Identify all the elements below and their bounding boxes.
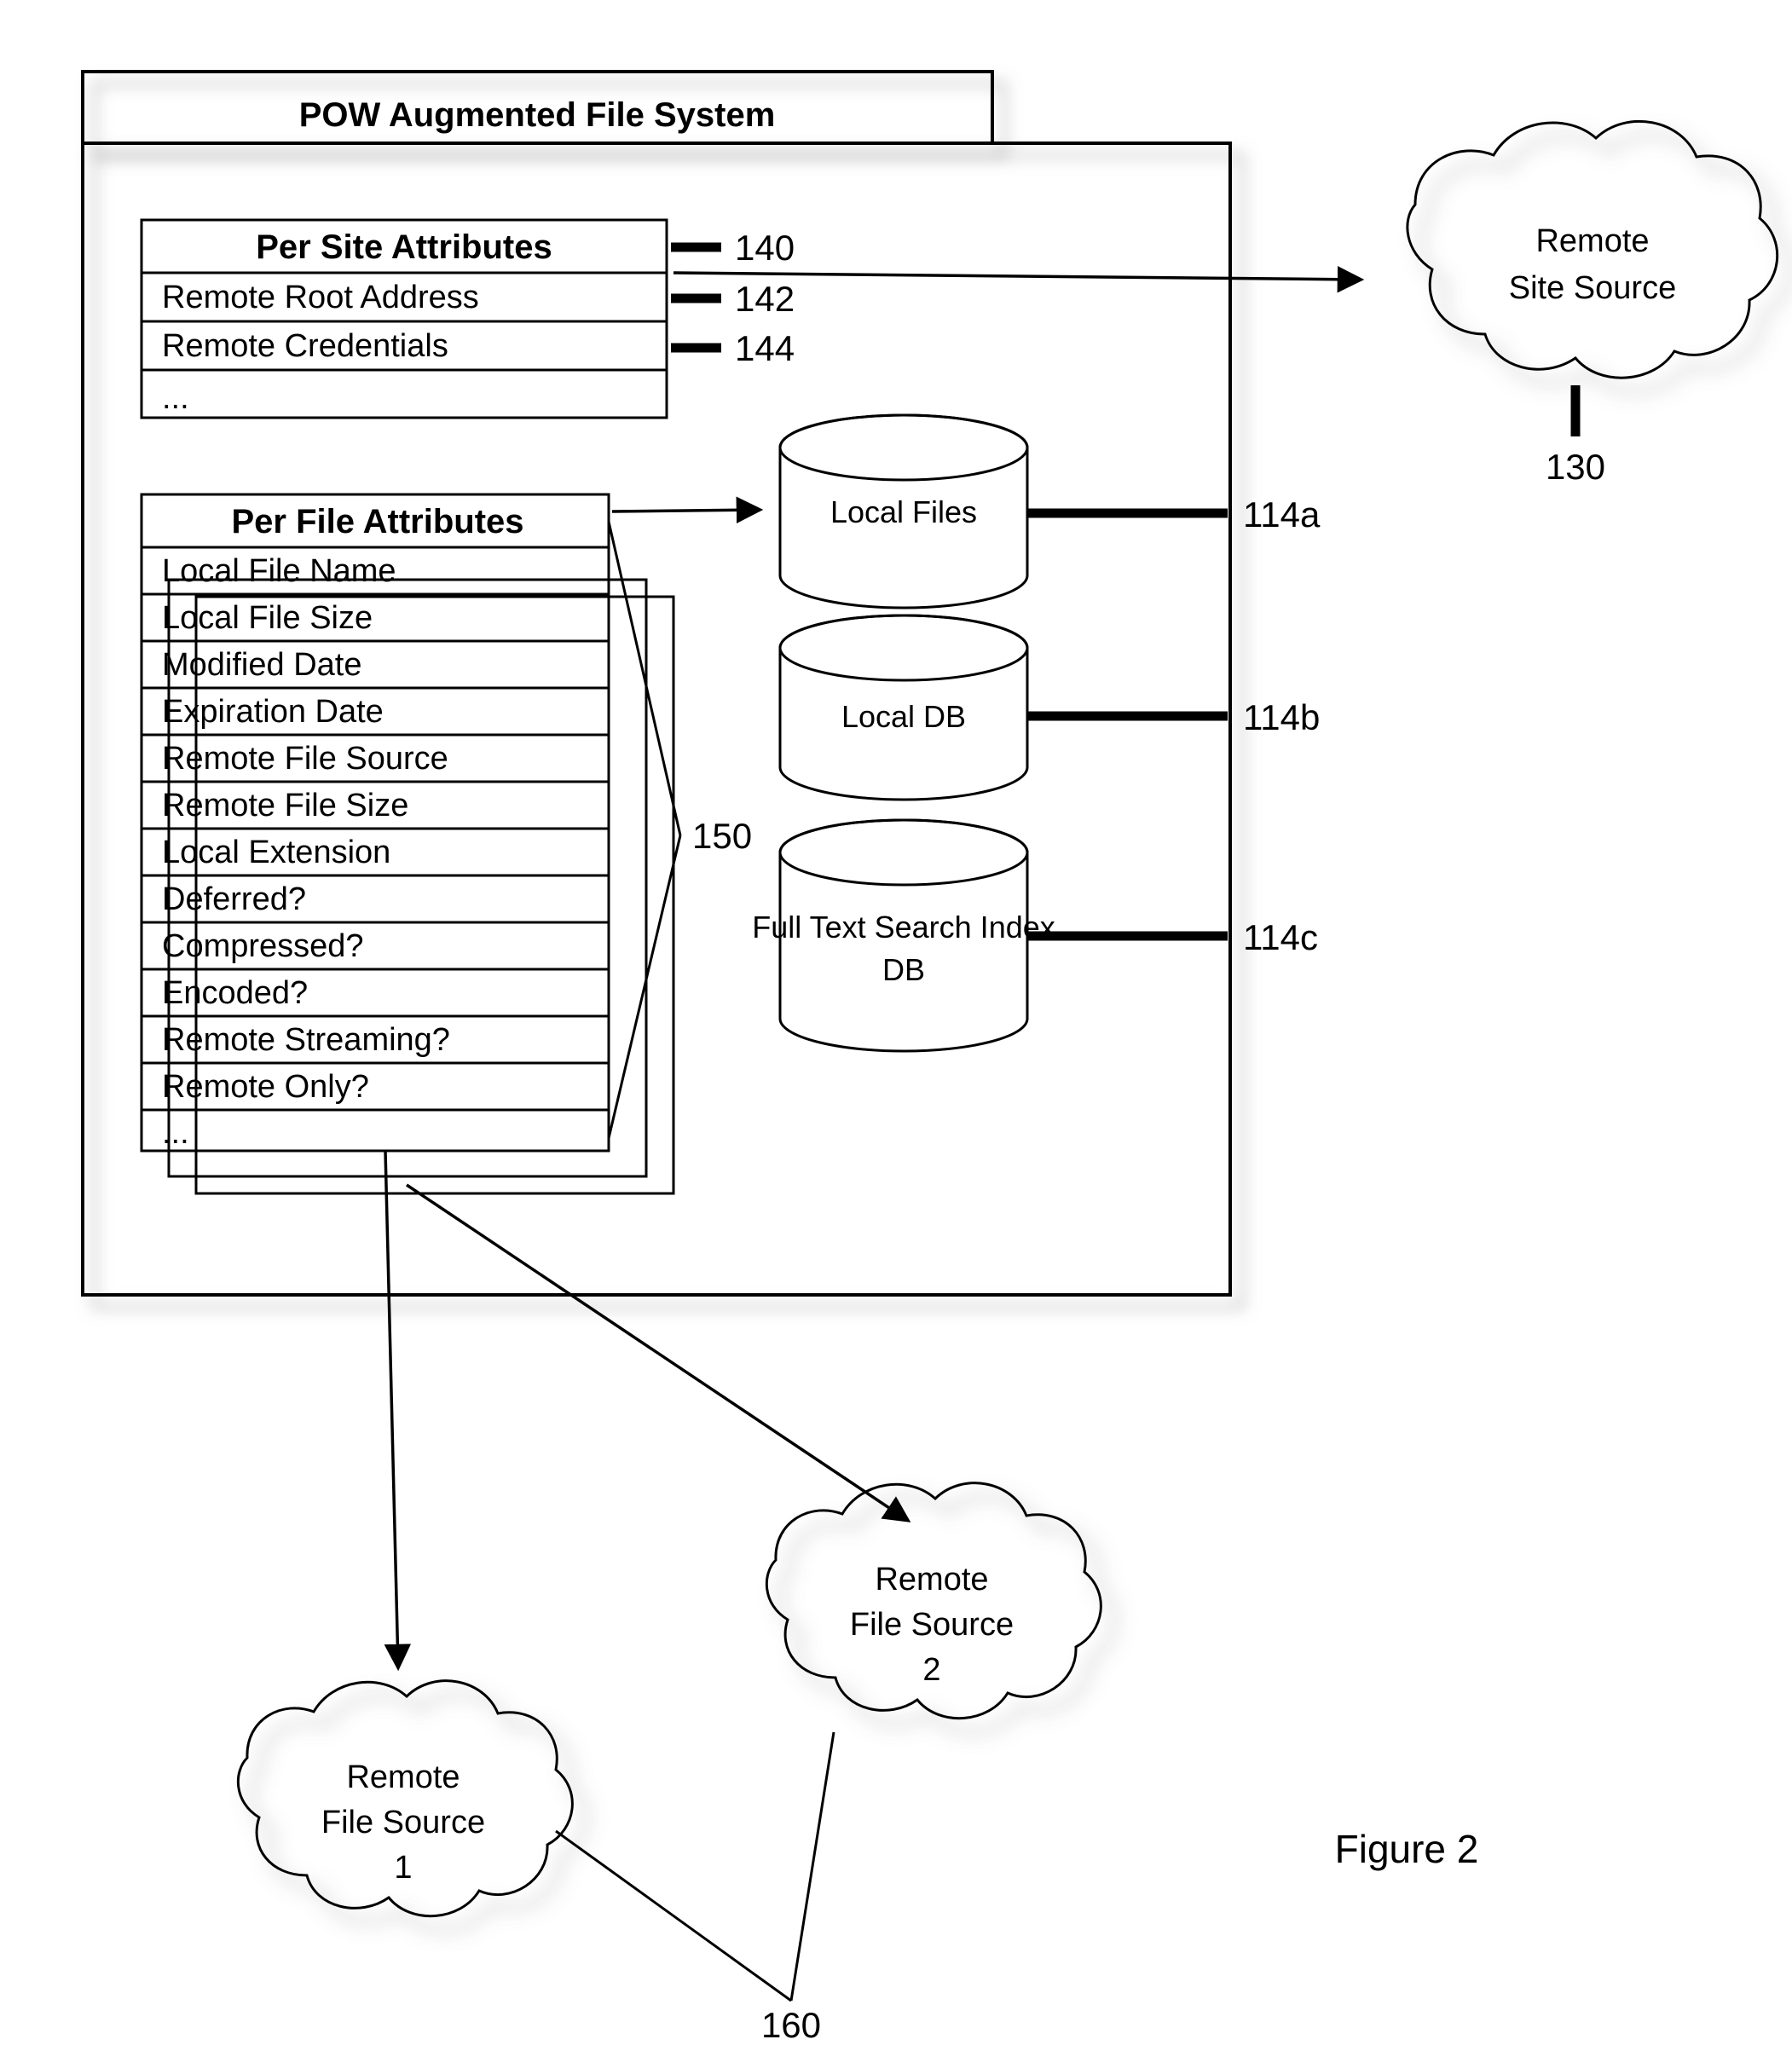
datastore-label-local-files: Local Files	[830, 494, 977, 529]
per-site-row-label-0: Remote Root Address	[162, 280, 479, 315]
ref-label-140: 140	[735, 228, 795, 268]
leader-line-150-lower	[607, 835, 682, 1139]
per-file-row-label-10: Remote Streaming?	[162, 1022, 450, 1058]
per-site-attributes-table: Per Site Attributes Remote Root Address …	[140, 218, 668, 419]
leader-line-150-upper	[607, 521, 682, 836]
datastore-local-files: Local Files 114a	[778, 413, 1321, 610]
arrow-per-file-to-remote-file-source-2	[406, 1183, 911, 1522]
ref-label-114c: 114c	[1243, 917, 1318, 957]
patent-figure: POW Augmented File System Per Site Attri…	[0, 0, 1792, 2051]
per-file-row-label-8: Compressed?	[162, 928, 364, 964]
datastore-label-local-db: Local DB	[841, 699, 966, 734]
cloud-label-remote-site-source-line1: Remote	[1535, 223, 1649, 259]
per-file-row-label-3: Expiration Date	[162, 694, 384, 730]
per-file-row-label-2: Modified Date	[162, 647, 361, 683]
cloud-remote-site-source: Remote Site Source 130	[1406, 119, 1779, 487]
leader-line-160-from-cloud-2	[789, 1731, 835, 2002]
cylinder-top-local-db	[778, 614, 1029, 682]
cylinder-top-local-files	[778, 413, 1029, 482]
per-file-attributes-table: Per File Attributes Local File Name Loca…	[140, 493, 610, 1153]
per-file-row-label-9: Encoded?	[162, 975, 308, 1011]
container-title: POW Augmented File System	[299, 96, 776, 134]
cloud-label-rfs1-line2: File Source	[321, 1805, 485, 1840]
cloud-remote-file-source-2: Remote File Source 2	[765, 1482, 1102, 1720]
ref-label-142: 142	[735, 279, 795, 319]
cloud-label-rfs2-line3: 2	[922, 1652, 940, 1688]
per-file-row-label-7: Deferred?	[162, 881, 306, 917]
datastore-label-full-text-line1: Full Text Search Index	[752, 910, 1055, 945]
cloud-label-rfs1-line3: 1	[394, 1850, 412, 1886]
per-file-row-label-1: Local File Size	[162, 600, 373, 636]
ref-label-114a: 114a	[1243, 494, 1321, 534]
per-site-header-label: Per Site Attributes	[256, 228, 552, 266]
remote-file-source-group-callout: 160	[555, 1731, 835, 2045]
per-site-reference-callouts: 140 142 144	[671, 228, 795, 368]
cloud-label-rfs1-line1: Remote	[346, 1759, 460, 1795]
arrow-per-file-to-remote-file-source-1	[384, 1150, 412, 1672]
per-file-row-label-0: Local File Name	[162, 553, 396, 589]
cloud-label-rfs2-line1: Remote	[875, 1562, 988, 1597]
per-site-row-label-2: ...	[162, 380, 189, 416]
cylinder-top-full-text	[778, 818, 1029, 887]
cloud-label-remote-site-source-line2: Site Source	[1509, 270, 1676, 306]
datastore-local-db: Local DB 114b	[778, 614, 1320, 801]
cloud-label-rfs2-line2: File Source	[850, 1607, 1014, 1643]
per-file-row-label-11: Remote Only?	[162, 1069, 369, 1105]
per-file-row	[140, 1108, 610, 1153]
ref-label-160: 160	[761, 2005, 821, 2045]
per-file-reference-callout: 150	[607, 521, 752, 1139]
per-file-row-label-4: Remote File Source	[162, 741, 448, 777]
per-site-row-label-1: Remote Credentials	[162, 328, 448, 364]
per-file-header-label: Per File Attributes	[231, 503, 523, 540]
ref-label-114b: 114b	[1243, 697, 1320, 737]
per-site-row	[140, 368, 668, 419]
per-file-row-label-6: Local Extension	[162, 835, 390, 870]
cloud-remote-file-source-1: Remote File Source 1	[236, 1679, 574, 1918]
datastore-label-full-text-line2: DB	[882, 952, 925, 987]
datastore-full-text-search-index-db: Full Text Search Index DB 114c	[752, 818, 1318, 1053]
figure-canvas: POW Augmented File System Per Site Attri…	[81, 70, 1779, 2045]
leader-line-160-from-cloud-1	[555, 1829, 792, 2002]
figure-caption: Figure 2	[1335, 1827, 1479, 1871]
ref-label-150: 150	[692, 816, 752, 856]
arrow-per-file-to-local-files	[611, 496, 764, 524]
ref-label-130: 130	[1546, 447, 1605, 487]
pow-file-system-container: POW Augmented File System	[81, 70, 1232, 1297]
per-file-row-label-12: ...	[162, 1115, 189, 1151]
ref-label-144: 144	[735, 328, 795, 368]
per-file-row-label-5: Remote File Size	[162, 788, 408, 823]
